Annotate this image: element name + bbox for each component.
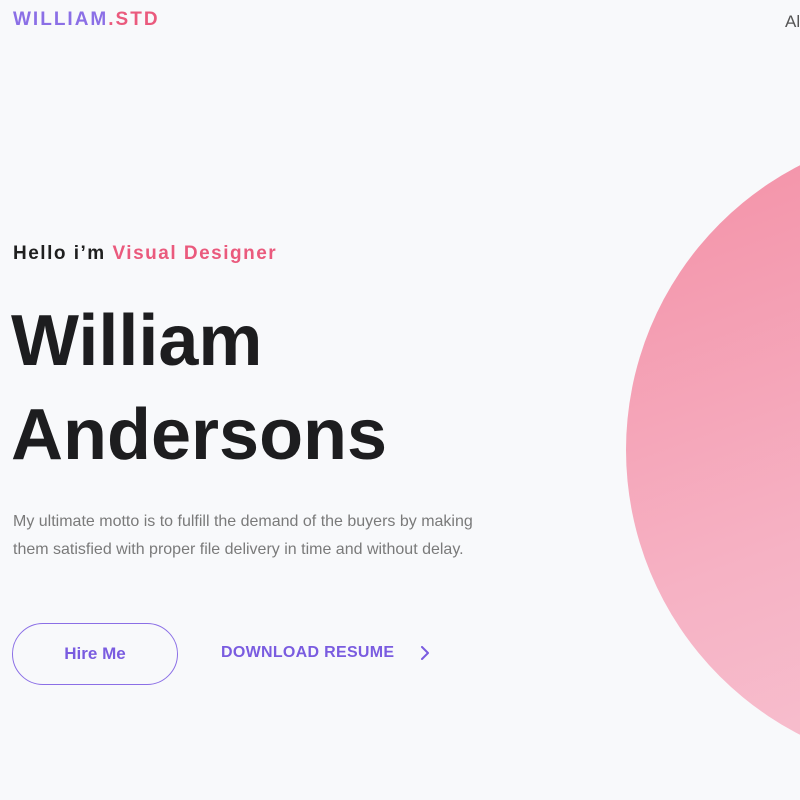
portfolio-page: WILLIAM.STD Al Hello i’m Visual Designer…	[0, 0, 800, 800]
hero-greeting: Hello i’m Visual Designer	[13, 243, 277, 265]
hero-last-name: Andersons	[11, 395, 388, 475]
logo-suffix: .STD	[108, 9, 160, 30]
hero-name-heading: William Andersons	[11, 294, 387, 482]
hero-decorative-circle	[626, 130, 800, 770]
greeting-role: Visual Designer	[112, 243, 278, 264]
hire-me-button[interactable]: Hire Me	[12, 623, 178, 685]
download-resume-link[interactable]: DOWNLOAD RESUME	[221, 644, 430, 662]
logo-name: WILLIAM	[13, 9, 109, 30]
hero-first-name: William	[11, 301, 263, 381]
chevron-right-icon	[420, 646, 430, 660]
greeting-prefix: Hello i’m	[13, 243, 113, 264]
hero-motto: My ultimate motto is to fulfill the dema…	[13, 513, 473, 558]
nav-item-truncated[interactable]: Al	[785, 12, 800, 32]
download-resume-label: DOWNLOAD RESUME	[221, 644, 395, 661]
site-logo[interactable]: WILLIAM.STD	[13, 9, 160, 31]
